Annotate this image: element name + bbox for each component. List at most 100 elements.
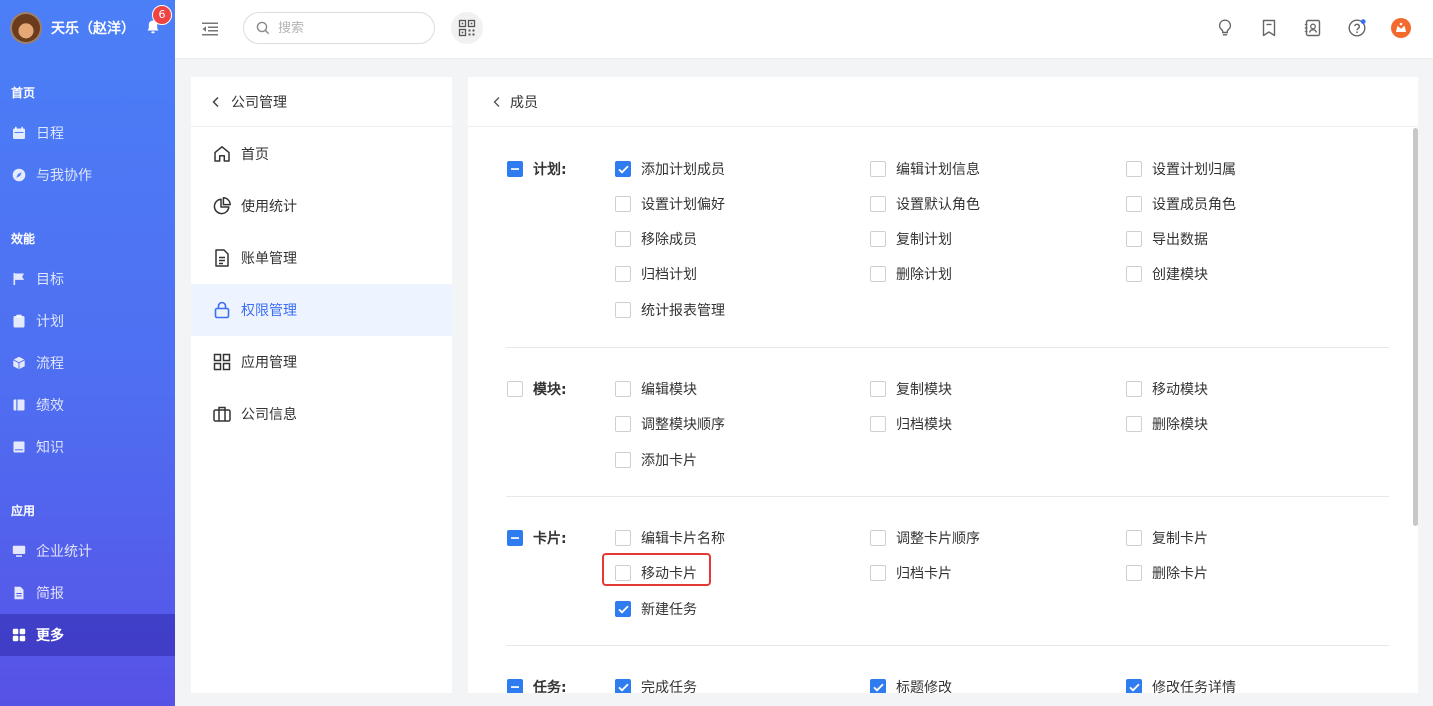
perm-edit-task-details[interactable]: 修改任务详情 <box>1126 677 1236 693</box>
nav-item-enterprise-stats[interactable]: 企业统计 <box>0 530 175 572</box>
perm-complete-task[interactable]: 完成任务 <box>615 677 697 693</box>
perm-set-plan-owner[interactable]: 设置计划归属 <box>1126 159 1236 179</box>
perm-add-card[interactable]: 添加卡片 <box>615 450 697 470</box>
perm-delete-plan[interactable]: 删除计划 <box>870 264 952 284</box>
subnav-item-permissions[interactable]: 权限管理 <box>191 284 452 336</box>
checkbox[interactable] <box>615 302 631 318</box>
nav-item-briefing[interactable]: 简报 <box>0 572 175 614</box>
perm-edit-plan-info[interactable]: 编辑计划信息 <box>870 159 980 179</box>
partial-checkbox-icon[interactable] <box>507 161 523 177</box>
checkbox[interactable] <box>507 381 523 397</box>
back-to-company-management[interactable]: 公司管理 <box>191 77 452 127</box>
bookmark-icon[interactable] <box>1258 17 1280 39</box>
search-box[interactable] <box>243 12 435 44</box>
checkbox[interactable] <box>870 381 886 397</box>
perm-archive-card[interactable]: 归档卡片 <box>870 563 952 583</box>
checkbox[interactable] <box>1126 416 1142 432</box>
checkbox[interactable] <box>1126 565 1142 581</box>
checkbox[interactable] <box>870 231 886 247</box>
search-input[interactable] <box>278 20 418 36</box>
perm-edit-module[interactable]: 编辑模块 <box>615 379 697 399</box>
perm-reorder-cards[interactable]: 调整卡片顺序 <box>870 528 980 548</box>
checkbox[interactable] <box>1126 231 1142 247</box>
nav-item-more[interactable]: 更多 <box>0 614 175 656</box>
subnav-item-usage-stats[interactable]: 使用统计 <box>191 180 452 232</box>
checkbox[interactable] <box>870 530 886 546</box>
subnav-item-app-management[interactable]: 应用管理 <box>191 336 452 388</box>
perm-add-plan-member[interactable]: 添加计划成员 <box>615 159 725 179</box>
checkbox-checked-icon[interactable] <box>870 679 886 693</box>
user-name[interactable]: 天乐（赵洋） <box>51 18 135 38</box>
checkbox-checked-icon[interactable] <box>615 679 631 693</box>
checkbox[interactable] <box>870 565 886 581</box>
qr-code-button[interactable] <box>451 12 483 44</box>
subnav-item-company-info[interactable]: 公司信息 <box>191 388 452 440</box>
perm-copy-plan[interactable]: 复制计划 <box>870 229 952 249</box>
nav-item-knowledge[interactable]: 知识 <box>0 426 175 468</box>
checkbox[interactable] <box>615 381 631 397</box>
checkbox[interactable] <box>615 231 631 247</box>
checkbox[interactable] <box>1126 530 1142 546</box>
perm-create-task[interactable]: 新建任务 <box>615 599 697 619</box>
subnav-item-billing[interactable]: 账单管理 <box>191 232 452 284</box>
partial-checkbox-icon[interactable] <box>507 530 523 546</box>
checkbox[interactable] <box>1126 196 1142 212</box>
checkbox[interactable] <box>1126 161 1142 177</box>
nav-item-schedule[interactable]: 日程 <box>0 112 175 154</box>
perm-remove-member[interactable]: 移除成员 <box>615 229 697 249</box>
notification-badge[interactable]: 6 <box>152 5 172 25</box>
checkbox[interactable] <box>870 266 886 282</box>
perm-set-member-role[interactable]: 设置成员角色 <box>1126 194 1236 214</box>
perm-edit-card-name[interactable]: 编辑卡片名称 <box>615 528 725 548</box>
user-profile[interactable]: 天乐（赵洋） <box>10 11 135 45</box>
permission-label: 复制计划 <box>896 232 952 248</box>
scrollbar[interactable] <box>1413 128 1418 526</box>
checkbox[interactable] <box>615 530 631 546</box>
perm-export-data[interactable]: 导出数据 <box>1126 229 1208 249</box>
checkbox[interactable] <box>870 196 886 212</box>
permission-label: 修改任务详情 <box>1152 680 1236 693</box>
perm-report-management[interactable]: 统计报表管理 <box>615 300 725 320</box>
collapse-sidebar-icon[interactable] <box>200 19 220 39</box>
checkbox[interactable] <box>615 266 631 282</box>
perm-edit-title[interactable]: 标题修改 <box>870 677 952 693</box>
perm-create-module[interactable]: 创建模块 <box>1126 264 1208 284</box>
lightbulb-icon[interactable] <box>1214 17 1236 39</box>
checkbox-checked-icon[interactable] <box>615 161 631 177</box>
perm-copy-module[interactable]: 复制模块 <box>870 379 952 399</box>
contacts-icon[interactable] <box>1302 17 1324 39</box>
nav-item-performance[interactable]: 绩效 <box>0 384 175 426</box>
group-module-toggle[interactable]: 模块: <box>507 379 567 399</box>
checkbox[interactable] <box>615 196 631 212</box>
perm-reorder-modules[interactable]: 调整模块顺序 <box>615 414 725 434</box>
perm-delete-card[interactable]: 删除卡片 <box>1126 563 1208 583</box>
checkbox[interactable] <box>1126 381 1142 397</box>
perm-copy-card[interactable]: 复制卡片 <box>1126 528 1208 548</box>
perm-move-module[interactable]: 移动模块 <box>1126 379 1208 399</box>
help-icon[interactable] <box>1346 17 1368 39</box>
back-to-members[interactable]: 成员 <box>468 77 1418 127</box>
nav-item-process[interactable]: 流程 <box>0 342 175 384</box>
nav-item-collaboration[interactable]: 与我协作 <box>0 154 175 196</box>
group-task-toggle[interactable]: 任务: <box>507 677 567 693</box>
subnav-item-home[interactable]: 首页 <box>191 128 452 180</box>
group-plan-toggle[interactable]: 计划: <box>507 159 567 179</box>
perm-set-default-role[interactable]: 设置默认角色 <box>870 194 980 214</box>
perm-delete-module[interactable]: 删除模块 <box>1126 414 1208 434</box>
checkbox[interactable] <box>615 452 631 468</box>
checkbox-checked-icon[interactable] <box>1126 679 1142 693</box>
avatar[interactable] <box>10 12 42 44</box>
app-logo-icon[interactable] <box>1390 17 1412 39</box>
checkbox[interactable] <box>870 416 886 432</box>
group-card-toggle[interactable]: 卡片: <box>507 528 567 548</box>
perm-archive-module[interactable]: 归档模块 <box>870 414 952 434</box>
checkbox[interactable] <box>1126 266 1142 282</box>
perm-set-plan-preferences[interactable]: 设置计划偏好 <box>615 194 725 214</box>
checkbox-checked-icon[interactable] <box>615 601 631 617</box>
partial-checkbox-icon[interactable] <box>507 679 523 693</box>
checkbox[interactable] <box>870 161 886 177</box>
nav-item-goals[interactable]: 目标 <box>0 258 175 300</box>
perm-archive-plan[interactable]: 归档计划 <box>615 264 697 284</box>
checkbox[interactable] <box>615 416 631 432</box>
nav-item-plans[interactable]: 计划 <box>0 300 175 342</box>
